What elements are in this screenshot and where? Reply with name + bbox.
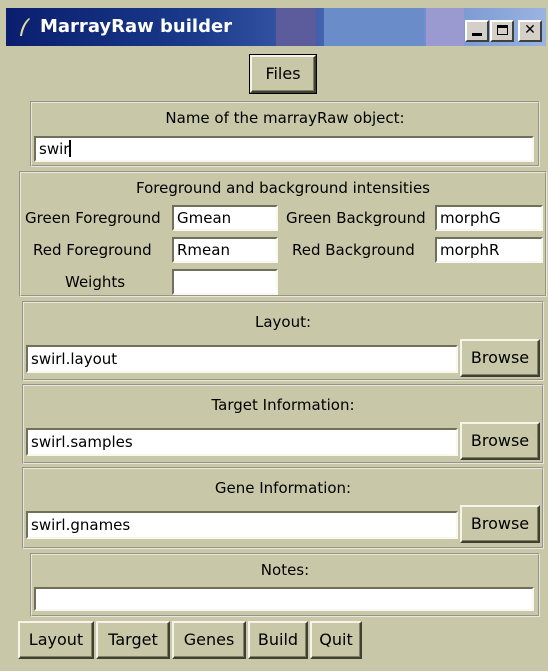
notes-section: Notes: — [30, 553, 540, 617]
green-background-input[interactable]: morphG — [435, 205, 543, 231]
name-input[interactable]: swir — [34, 136, 534, 162]
build-button[interactable]: Build — [248, 621, 308, 659]
green-foreground-label: Green Foreground — [25, 209, 161, 227]
title-bar-strip — [426, 8, 464, 46]
title-bar-strip — [324, 8, 424, 46]
weights-label: Weights — [65, 273, 126, 291]
target-label: Target Information: — [211, 396, 355, 414]
notes-input[interactable] — [34, 587, 534, 611]
layout-browse-button[interactable]: Browse — [460, 339, 540, 377]
minimize-icon[interactable] — [465, 20, 489, 42]
red-background-input[interactable]: morphR — [435, 237, 543, 263]
target-section: Target Information: swirl.samples Browse — [22, 384, 544, 464]
layout-label: Layout: — [254, 313, 312, 331]
genes-button[interactable]: Genes — [172, 621, 246, 659]
gene-browse-button[interactable]: Browse — [460, 505, 540, 543]
name-section: Name of the marrayRaw object: swir — [30, 101, 540, 167]
intensities-section: Foreground and background intensities Gr… — [19, 171, 547, 297]
red-foreground-input[interactable]: Rmean — [172, 237, 278, 263]
red-background-label: Red Background — [292, 241, 415, 259]
window-title: MarrayRaw builder — [40, 16, 233, 37]
weights-input[interactable] — [172, 269, 278, 295]
target-input[interactable]: swirl.samples — [26, 428, 458, 456]
feather-icon — [18, 17, 32, 37]
quit-button[interactable]: Quit — [310, 621, 362, 659]
name-input-value: swir — [39, 140, 70, 158]
close-icon[interactable]: ✕ — [518, 20, 542, 42]
layout-button[interactable]: Layout — [18, 621, 94, 659]
gene-label: Gene Information: — [214, 479, 352, 497]
title-bar-strip — [276, 8, 316, 46]
title-bar[interactable]: MarrayRaw builder ✕ — [6, 8, 546, 46]
maximize-icon[interactable] — [490, 20, 514, 42]
gene-section: Gene Information: swirl.gnames Browse — [22, 467, 544, 549]
marrayraw-window: MarrayRaw builder ✕ Files Name of the ma… — [0, 0, 548, 671]
files-button[interactable]: Files — [249, 54, 317, 94]
gene-input[interactable]: swirl.gnames — [26, 511, 458, 539]
target-browse-button[interactable]: Browse — [460, 422, 540, 460]
red-foreground-label: Red Foreground — [33, 241, 152, 259]
layout-input[interactable]: swirl.layout — [26, 345, 458, 373]
name-label: Name of the marrayRaw object: — [165, 109, 405, 127]
layout-section: Layout: swirl.layout Browse — [22, 301, 544, 381]
intensities-heading: Foreground and background intensities — [135, 179, 431, 197]
target-button[interactable]: Target — [96, 621, 170, 659]
green-foreground-input[interactable]: Gmean — [172, 205, 278, 231]
notes-label: Notes: — [260, 561, 310, 579]
green-background-label: Green Background — [286, 209, 426, 227]
